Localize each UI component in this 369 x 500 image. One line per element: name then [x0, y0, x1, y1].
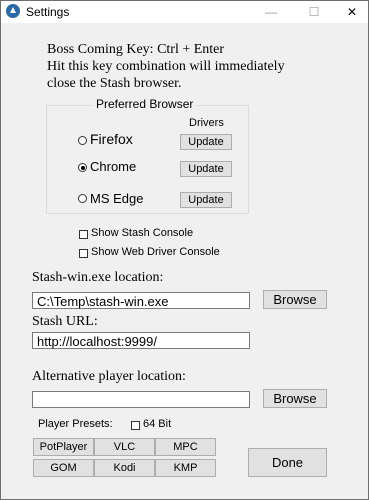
player-presets-label: Player Presets:	[38, 418, 113, 430]
show-stash-console-checkbox[interactable]	[79, 230, 88, 239]
chrome-radio[interactable]	[78, 163, 87, 172]
minimize-icon[interactable]: —	[256, 1, 286, 23]
msedge-update-button[interactable]: Update	[180, 192, 232, 208]
boss-key-line2: Hit this key combination will immediatel…	[47, 59, 285, 74]
app-icon	[6, 4, 20, 18]
alt-player-label: Alternative player location:	[32, 369, 186, 384]
show-webdriver-console-label[interactable]: Show Web Driver Console	[91, 246, 220, 258]
show-stash-console-label[interactable]: Show Stash Console	[91, 227, 193, 239]
stash-url-label: Stash URL:	[32, 314, 98, 329]
msedge-radio[interactable]	[78, 194, 87, 203]
firefox-label[interactable]: Firefox	[90, 131, 133, 147]
chrome-update-button[interactable]: Update	[180, 161, 232, 177]
firefox-update-button[interactable]: Update	[180, 134, 232, 150]
64bit-checkbox[interactable]	[131, 421, 140, 430]
preset-vlc-button[interactable]: VLC	[94, 438, 155, 456]
preset-kodi-button[interactable]: Kodi	[94, 459, 155, 477]
boss-key-line1: Boss Coming Key: Ctrl + Enter	[47, 42, 225, 57]
maximize-icon[interactable]: ☐	[299, 1, 329, 23]
msedge-label[interactable]: MS Edge	[90, 191, 143, 206]
preset-potplayer-button[interactable]: PotPlayer	[33, 438, 94, 456]
done-button[interactable]: Done	[248, 448, 327, 477]
boss-key-line3: close the Stash browser.	[47, 76, 182, 91]
chrome-label[interactable]: Chrome	[90, 159, 136, 174]
boss-key-text: Boss Coming Key: Ctrl + Enter Hit this k…	[47, 41, 285, 92]
drivers-label: Drivers	[189, 117, 224, 129]
alt-player-input[interactable]	[32, 391, 250, 408]
preset-kmp-button[interactable]: KMP	[155, 459, 216, 477]
title-bar[interactable]: Settings — ☐ ✕	[1, 1, 368, 23]
stash-exe-label: Stash-win.exe location:	[32, 270, 164, 285]
64bit-label[interactable]: 64 Bit	[143, 418, 171, 430]
firefox-radio[interactable]	[78, 136, 87, 145]
show-webdriver-console-checkbox[interactable]	[79, 249, 88, 258]
preset-mpc-button[interactable]: MPC	[155, 438, 216, 456]
window-title: Settings	[26, 5, 70, 19]
stash-exe-browse-button[interactable]: Browse	[263, 290, 327, 309]
stash-exe-input[interactable]: C:\Temp\stash-win.exe	[32, 292, 250, 309]
settings-window: Settings — ☐ ✕ Boss Coming Key: Ctrl + E…	[0, 0, 369, 500]
preferred-browser-label: Preferred Browser	[93, 97, 197, 111]
alt-player-browse-button[interactable]: Browse	[263, 389, 327, 408]
close-icon[interactable]: ✕	[337, 1, 367, 23]
preset-gom-button[interactable]: GOM	[33, 459, 94, 477]
stash-url-input[interactable]: http://localhost:9999/	[32, 332, 250, 349]
